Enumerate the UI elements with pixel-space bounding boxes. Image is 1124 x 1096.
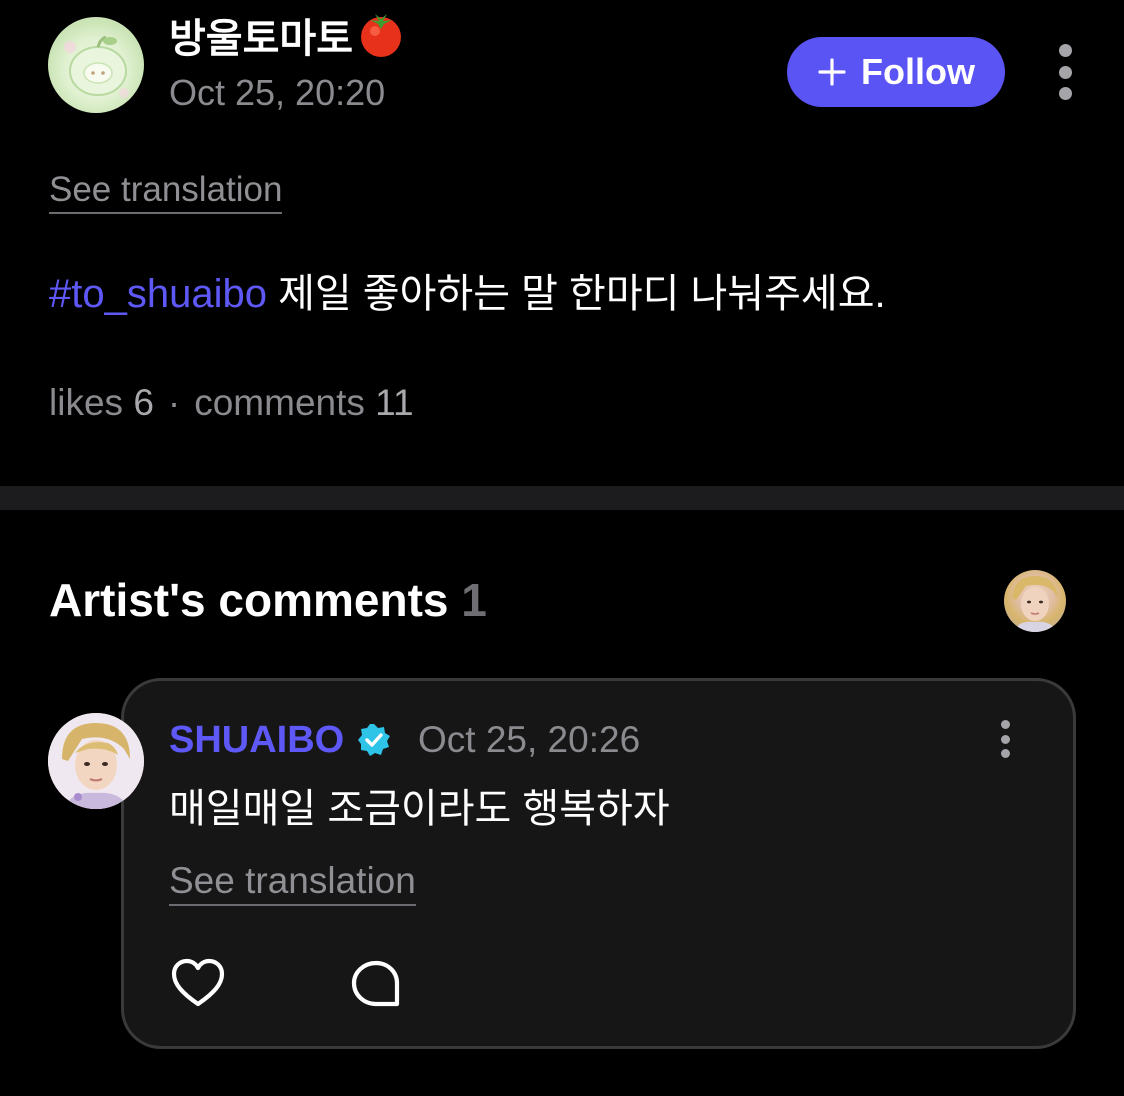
post-date: Oct 25, 20:20 [169,72,386,113]
post-hashtag-link[interactable]: #to_shuaibo [49,272,267,316]
comments-count[interactable]: 11 [375,382,413,423]
plus-icon [817,57,847,87]
post-body: #to_shuaibo 제일 좋아하는 말 한마디 나눠주세요. [49,268,886,320]
artist-comments-title: Artist's comments 1 [49,572,487,628]
verified-badge-icon [356,722,392,763]
artist-comments-title-label: Artist's comments [49,574,449,626]
artist-header-avatar[interactable] [1004,570,1066,632]
artist-portrait-image-large [48,713,144,809]
comment-body-text: 매일매일 조금이라도 행복하자 [169,787,670,831]
artist-portrait-image [1012,576,1058,632]
post-page: 방울토마토 Oct 25, 20:20 Follow See translati… [0,0,1124,1096]
heart-icon[interactable] [170,957,226,1014]
post-stats: likes 6 · comments 11 [49,380,414,426]
artist-comments-count: 1 [461,574,487,626]
reply-bubble-icon[interactable] [349,958,403,1015]
follow-button[interactable]: Follow [787,37,1005,107]
post-author-avatar[interactable] [48,17,144,113]
post-author-name[interactable]: 방울토마토 [169,10,407,71]
likes-count[interactable]: 6 [133,382,154,423]
comment-author-avatar[interactable] [48,713,144,809]
comment-author-name[interactable]: SHUAIBO [169,716,344,764]
section-divider [0,486,1124,510]
post-author-label: 방울토마토 [169,17,353,61]
post-body-text: 제일 좋아하는 말 한마디 나눠주세요. [266,272,886,316]
likes-label[interactable]: likes [49,382,123,423]
comment-see-translation-link[interactable]: See translation [169,860,416,906]
post-see-translation-link[interactable]: See translation [49,170,283,214]
comment-date: Oct 25, 20:26 [418,719,641,760]
comments-label[interactable]: comments [194,382,365,423]
post-more-options-icon[interactable] [1052,44,1078,100]
stats-separator: · [167,382,181,423]
tomato-icon [355,10,407,71]
comment-more-options-icon[interactable] [997,720,1013,758]
follow-button-label: Follow [861,51,975,92]
apple-avatar-image [64,35,129,98]
